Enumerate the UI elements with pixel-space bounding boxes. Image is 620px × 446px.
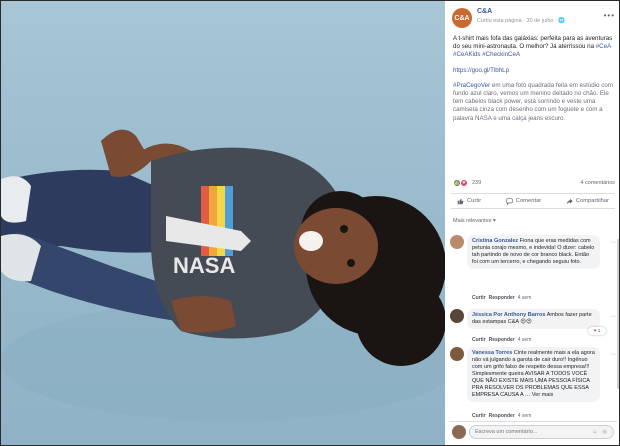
write-comment-area: ☺ ◎: [449, 421, 617, 441]
photo-illustration: NASA: [1, 129, 445, 421]
reactions-summary[interactable]: 👍 ♥ 239 4 comentários: [453, 179, 615, 189]
comment-icon: [506, 197, 513, 205]
comment-bubble: Vanessa Torres Cinte realmente mais a el…: [467, 347, 600, 402]
comment-like-link[interactable]: Curtir: [472, 295, 486, 301]
comment-reply-link[interactable]: Responder: [489, 295, 515, 301]
commenter-name[interactable]: Vanessa Torres: [472, 350, 512, 356]
post-photo[interactable]: NASA: [1, 1, 445, 445]
comment-options-icon[interactable]: ⋯: [610, 239, 616, 246]
comment-actions: Curtir Responder 4 sem: [472, 413, 531, 419]
like-label: Curtir: [467, 198, 482, 204]
share-label: Compartilhar: [575, 198, 609, 204]
like-button[interactable]: Curtir: [457, 198, 481, 205]
post-meta: Curtiu esta página · 30 de julho · 🌐: [477, 18, 566, 24]
comment-input-icons[interactable]: ☺ ◎: [592, 429, 609, 435]
share-icon: [566, 198, 573, 204]
page-avatar-text: C&A: [454, 14, 470, 22]
post-actions-bar: Curtir Comentar Compartilhar: [451, 193, 615, 209]
current-user-avatar: [452, 425, 466, 439]
comment-time: 4 sem: [517, 413, 532, 419]
pracegover-hashtag[interactable]: #PraCegoVer: [453, 82, 490, 89]
post-text: A t-shirt mais fofa das galáxias: perfei…: [445, 31, 619, 123]
comment-reply-link[interactable]: Responder: [489, 337, 515, 343]
shirt-nasa-text: NASA: [173, 253, 235, 278]
comment-sort-dropdown[interactable]: Mais relevantes ▾: [453, 218, 496, 224]
comment-like-link[interactable]: Curtir: [472, 413, 486, 419]
comment-actions: Curtir Responder 4 sem: [472, 295, 531, 301]
comment-button[interactable]: Comentar: [506, 197, 542, 205]
commenter-name[interactable]: Jéssica Por Anthony Barros: [472, 312, 545, 318]
comment-options-icon[interactable]: ⋯: [610, 351, 616, 358]
comment-time: 4 sem: [517, 337, 532, 343]
reaction-count: 239: [472, 180, 482, 186]
commenter-avatar[interactable]: [450, 235, 464, 249]
comment-time: 4 sem: [517, 295, 532, 301]
post-details-panel: C&A C&A Curtiu esta página · 30 de julho…: [445, 1, 619, 445]
love-reaction-icon: ♥: [460, 179, 468, 187]
comment-reaction-badge[interactable]: ♥ 1: [588, 327, 606, 335]
share-button[interactable]: Compartilhar: [566, 198, 609, 205]
comment-label: Comentar: [515, 198, 542, 204]
post-link[interactable]: https://goo.gl/TlbhLp: [453, 67, 509, 74]
comment-reaction-count: 1: [597, 328, 601, 334]
comment-like-link[interactable]: Curtir: [472, 337, 486, 343]
comment-bubble: Jéssica Por Anthony Barros Ambos fazer p…: [467, 309, 600, 329]
commenter-avatar[interactable]: [450, 347, 464, 361]
commenter-avatar[interactable]: [450, 309, 464, 323]
more-dots-icon[interactable]: •••: [604, 11, 615, 20]
post-header: C&A C&A Curtiu esta página · 30 de julho…: [445, 1, 619, 31]
comment-reply-link[interactable]: Responder: [489, 413, 515, 419]
facebook-photo-viewer: NASA C&A C&A Curtiu esta página · 30 de …: [0, 0, 620, 446]
commenter-name[interactable]: Cristina Gonzalez: [472, 238, 518, 244]
comments-count[interactable]: 4 comentários: [580, 180, 615, 186]
page-name-link[interactable]: C&A: [477, 8, 492, 15]
post-text-p1: A t-shirt mais fofa das galáxias: perfei…: [453, 35, 613, 51]
page-avatar[interactable]: C&A: [452, 8, 472, 28]
thumbs-up-icon: [457, 198, 464, 204]
comment-actions: Curtir Responder 4 sem: [472, 337, 531, 343]
comment-text: Cinte realmente mais a ela agora não vá …: [472, 350, 595, 398]
comment-options-icon[interactable]: ⋯: [610, 313, 616, 320]
comment-bubble: Cristina Gonzalez Fiona que eras medidas…: [467, 235, 600, 269]
